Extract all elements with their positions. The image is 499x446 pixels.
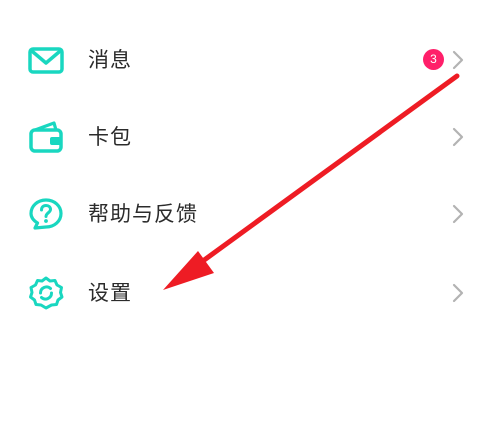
- chevron-right-icon: [451, 49, 465, 71]
- chevron-right-icon: [451, 203, 465, 225]
- menu-item-label: 卡包: [88, 125, 132, 149]
- menu-item-label: 消息: [88, 48, 132, 72]
- wallet-icon: [27, 120, 65, 154]
- chevron-right-icon: [451, 126, 465, 148]
- help-icon: [27, 197, 65, 231]
- mail-icon: [27, 43, 65, 77]
- menu-item-help-feedback[interactable]: 帮助与反馈: [0, 182, 499, 246]
- menu-item-wallet[interactable]: 卡包: [0, 105, 499, 169]
- chevron-right-icon: [451, 282, 465, 304]
- menu-item-label: 帮助与反馈: [88, 202, 198, 226]
- menu-item-messages[interactable]: 消息 3: [0, 28, 499, 92]
- menu-item-settings[interactable]: 设置: [0, 261, 499, 325]
- unread-count-badge: 3: [423, 49, 444, 70]
- menu-item-label: 设置: [88, 281, 132, 305]
- settings-icon: [27, 276, 65, 310]
